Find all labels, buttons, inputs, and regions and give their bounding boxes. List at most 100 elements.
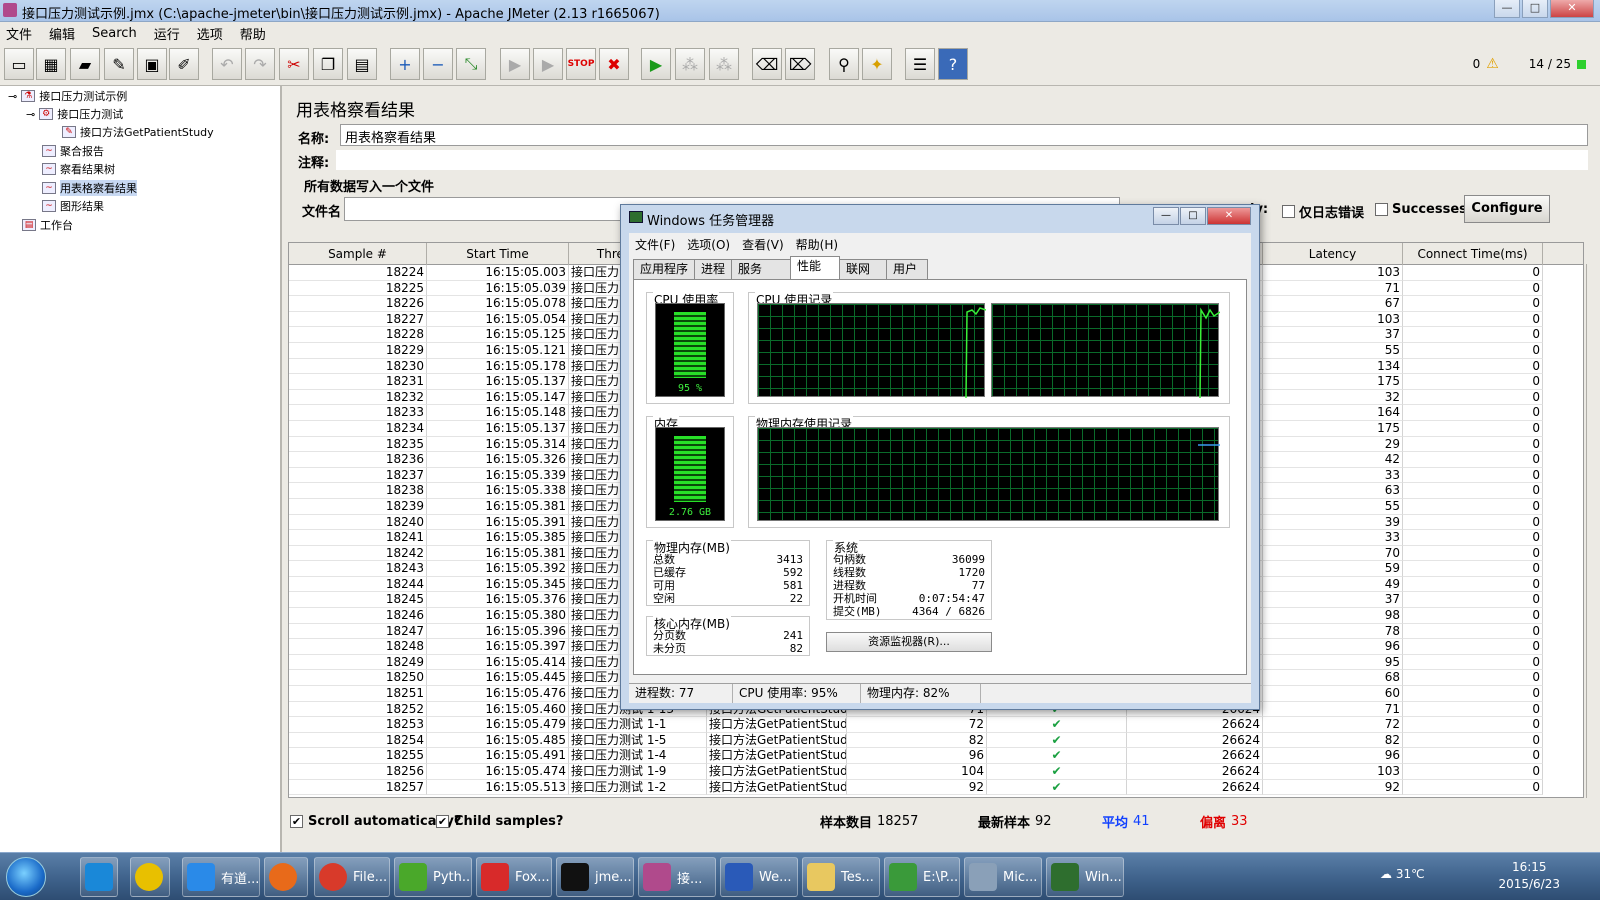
- menu-help[interactable]: 帮助: [240, 24, 266, 43]
- checkbox-icon[interactable]: [1375, 203, 1388, 216]
- tm-close-button[interactable]: ✕: [1207, 207, 1251, 225]
- table-cell: 0: [1403, 561, 1543, 577]
- name-field[interactable]: 用表格察看结果: [340, 124, 1588, 146]
- taskbar-mic[interactable]: Mic...: [964, 857, 1042, 897]
- taskbar-pinned-app[interactable]: [80, 857, 118, 897]
- tm-minimize-button[interactable]: —: [1153, 207, 1179, 225]
- checked-icon[interactable]: ✔: [436, 814, 449, 828]
- templates-icon[interactable]: ▦: [36, 48, 66, 80]
- clock[interactable]: 16:15 2015/6/23: [1498, 859, 1560, 893]
- taskbar-task-manager[interactable]: Win...: [1046, 857, 1124, 897]
- column-header[interactable]: Latency: [1263, 243, 1403, 265]
- open-icon[interactable]: ▰: [70, 48, 100, 80]
- close-button[interactable]: ✕: [1550, 0, 1594, 18]
- toggle-icon[interactable]: ⤡: [456, 48, 486, 80]
- tm-menu-view[interactable]: 查看(V): [742, 236, 784, 253]
- tab-users[interactable]: 用户: [886, 259, 929, 279]
- taskbar-word[interactable]: We...: [720, 857, 798, 897]
- tree-item-graph-results[interactable]: ~ 图形结果: [42, 198, 104, 214]
- menu-edit[interactable]: 编辑: [49, 24, 75, 43]
- clear-icon[interactable]: ⌫: [752, 48, 782, 80]
- menu-options[interactable]: 选项: [197, 24, 223, 43]
- tab-networking[interactable]: 联网: [839, 259, 888, 279]
- help-icon[interactable]: ?: [938, 48, 968, 80]
- tab-applications[interactable]: 应用程序: [633, 259, 696, 279]
- function-helper-icon[interactable]: ☰: [905, 48, 935, 80]
- checkbox-icon[interactable]: [1282, 205, 1295, 218]
- taskbar-chrome[interactable]: File...: [314, 857, 390, 897]
- tab-services[interactable]: 服务: [731, 259, 792, 279]
- table-row[interactable]: 18257 16:15:05.513 接口压力测试 1-2 接口方法GetPatien…: [289, 779, 1583, 796]
- maximize-button[interactable]: □: [1522, 0, 1548, 18]
- configure-button[interactable]: Configure: [1464, 195, 1550, 223]
- taskbar-python[interactable]: Pyth...: [394, 857, 472, 897]
- start-no-pause-icon[interactable]: ▶: [533, 48, 563, 80]
- table-row[interactable]: 18253 16:15:05.479 接口压力测试 1-1 接口方法GetPatien…: [289, 717, 1583, 733]
- undo-icon[interactable]: ↶: [212, 48, 242, 80]
- tree-item-results-tree[interactable]: ~ 察看结果树: [42, 161, 115, 177]
- tm-menu-options[interactable]: 选项(O): [687, 236, 730, 253]
- close-file-icon[interactable]: ✎: [104, 48, 134, 80]
- reset-search-icon[interactable]: ✦: [862, 48, 892, 80]
- child-samples-checkbox[interactable]: ✔ Child samples?: [436, 814, 563, 829]
- tree-item-sampler[interactable]: ✎ 接口方法GetPatientStudy: [62, 124, 214, 140]
- taskbar-pinned-app[interactable]: [130, 857, 170, 897]
- tree-item-workbench[interactable]: ▤ 工作台: [22, 217, 73, 233]
- paste-icon[interactable]: ▤: [347, 48, 377, 80]
- resource-monitor-button[interactable]: 资源监视器(R)...: [826, 632, 992, 652]
- cut-icon[interactable]: ✂: [279, 48, 309, 80]
- tm-menu-file[interactable]: 文件(F): [635, 236, 675, 253]
- remote-exit-icon[interactable]: ⁂: [709, 48, 739, 80]
- search-icon[interactable]: ⚲: [829, 48, 859, 80]
- column-header[interactable]: Start Time: [427, 243, 569, 265]
- copy-icon[interactable]: ❐: [313, 48, 343, 80]
- tree-item-test-plan[interactable]: ⊸ ⚗ 接口压力测试示例: [8, 88, 127, 104]
- redo-icon[interactable]: ↷: [245, 48, 275, 80]
- table-row[interactable]: 18256 16:15:05.474 接口压力测试 1-9 接口方法GetPatien…: [289, 764, 1583, 780]
- tab-processes[interactable]: 进程: [694, 259, 733, 279]
- minimize-button[interactable]: —: [1494, 0, 1520, 18]
- remote-start-icon[interactable]: ▶: [641, 48, 671, 80]
- taskbar-jmeter[interactable]: 接...: [638, 857, 716, 897]
- taskbar-notepad[interactable]: E:\P...: [884, 857, 960, 897]
- new-icon[interactable]: ▭: [4, 48, 34, 80]
- save-icon[interactable]: ▣: [137, 48, 167, 80]
- collapse-icon[interactable]: −: [423, 48, 453, 80]
- menu-file[interactable]: 文件: [6, 24, 32, 43]
- shutdown-icon[interactable]: ✖: [599, 48, 629, 80]
- comment-field[interactable]: [336, 150, 1588, 170]
- column-header[interactable]: Connect Time(ms): [1403, 243, 1543, 265]
- start-icon[interactable]: ▶: [500, 48, 530, 80]
- table-scrollbar[interactable]: [1586, 264, 1600, 798]
- weather-temperature[interactable]: ☁ 31℃: [1380, 867, 1425, 881]
- checked-icon[interactable]: ✔: [290, 814, 303, 828]
- table-row[interactable]: 18255 16:15:05.491 接口压力测试 1-4 接口方法GetPatien…: [289, 748, 1583, 764]
- tab-performance[interactable]: 性能: [790, 256, 841, 279]
- menu-run[interactable]: 运行: [154, 24, 180, 43]
- clear-all-icon[interactable]: ⌦: [785, 48, 815, 80]
- remote-stop-icon[interactable]: ⁂: [675, 48, 705, 80]
- taskbar-folder[interactable]: Tes...: [802, 857, 880, 897]
- stop-icon[interactable]: STOP: [566, 48, 596, 80]
- taskbar-foxit[interactable]: Fox...: [476, 857, 552, 897]
- tree-item-thread-group[interactable]: ⊸ ⚙ 接口压力测试: [26, 106, 123, 122]
- table-row[interactable]: 18254 16:15:05.485 接口压力测试 1-5 接口方法GetPatien…: [289, 732, 1583, 749]
- expand-toggle-icon[interactable]: ⊸: [26, 108, 35, 121]
- tm-menu-help[interactable]: 帮助(H): [796, 236, 838, 253]
- expand-toggle-icon[interactable]: ⊸: [8, 90, 17, 103]
- taskbar-youdao[interactable]: 有道...: [182, 857, 260, 897]
- successes-checkbox[interactable]: Successes: [1375, 202, 1467, 217]
- save-as-icon[interactable]: ✐: [169, 48, 199, 80]
- expand-icon[interactable]: +: [390, 48, 420, 80]
- errors-only-checkbox[interactable]: 仅日志错误: [1282, 202, 1364, 221]
- column-header[interactable]: Sample #: [289, 243, 427, 265]
- taskbar-firefox[interactable]: [264, 857, 308, 897]
- tree-item-aggregate-report[interactable]: ~ 聚合报告: [42, 143, 104, 159]
- start-button[interactable]: [6, 857, 46, 897]
- task-manager-window[interactable]: Windows 任务管理器 — □ ✕ 文件(F) 选项(O) 查看(V) 帮助…: [620, 204, 1260, 710]
- menu-search[interactable]: Search: [92, 26, 137, 41]
- task-manager-title-bar[interactable]: Windows 任务管理器 — □ ✕: [621, 205, 1259, 231]
- tm-maximize-button[interactable]: □: [1180, 207, 1206, 225]
- tree-item-results-table[interactable]: ~ 用表格察看结果: [42, 180, 137, 196]
- taskbar-cmd[interactable]: jme...: [556, 857, 634, 897]
